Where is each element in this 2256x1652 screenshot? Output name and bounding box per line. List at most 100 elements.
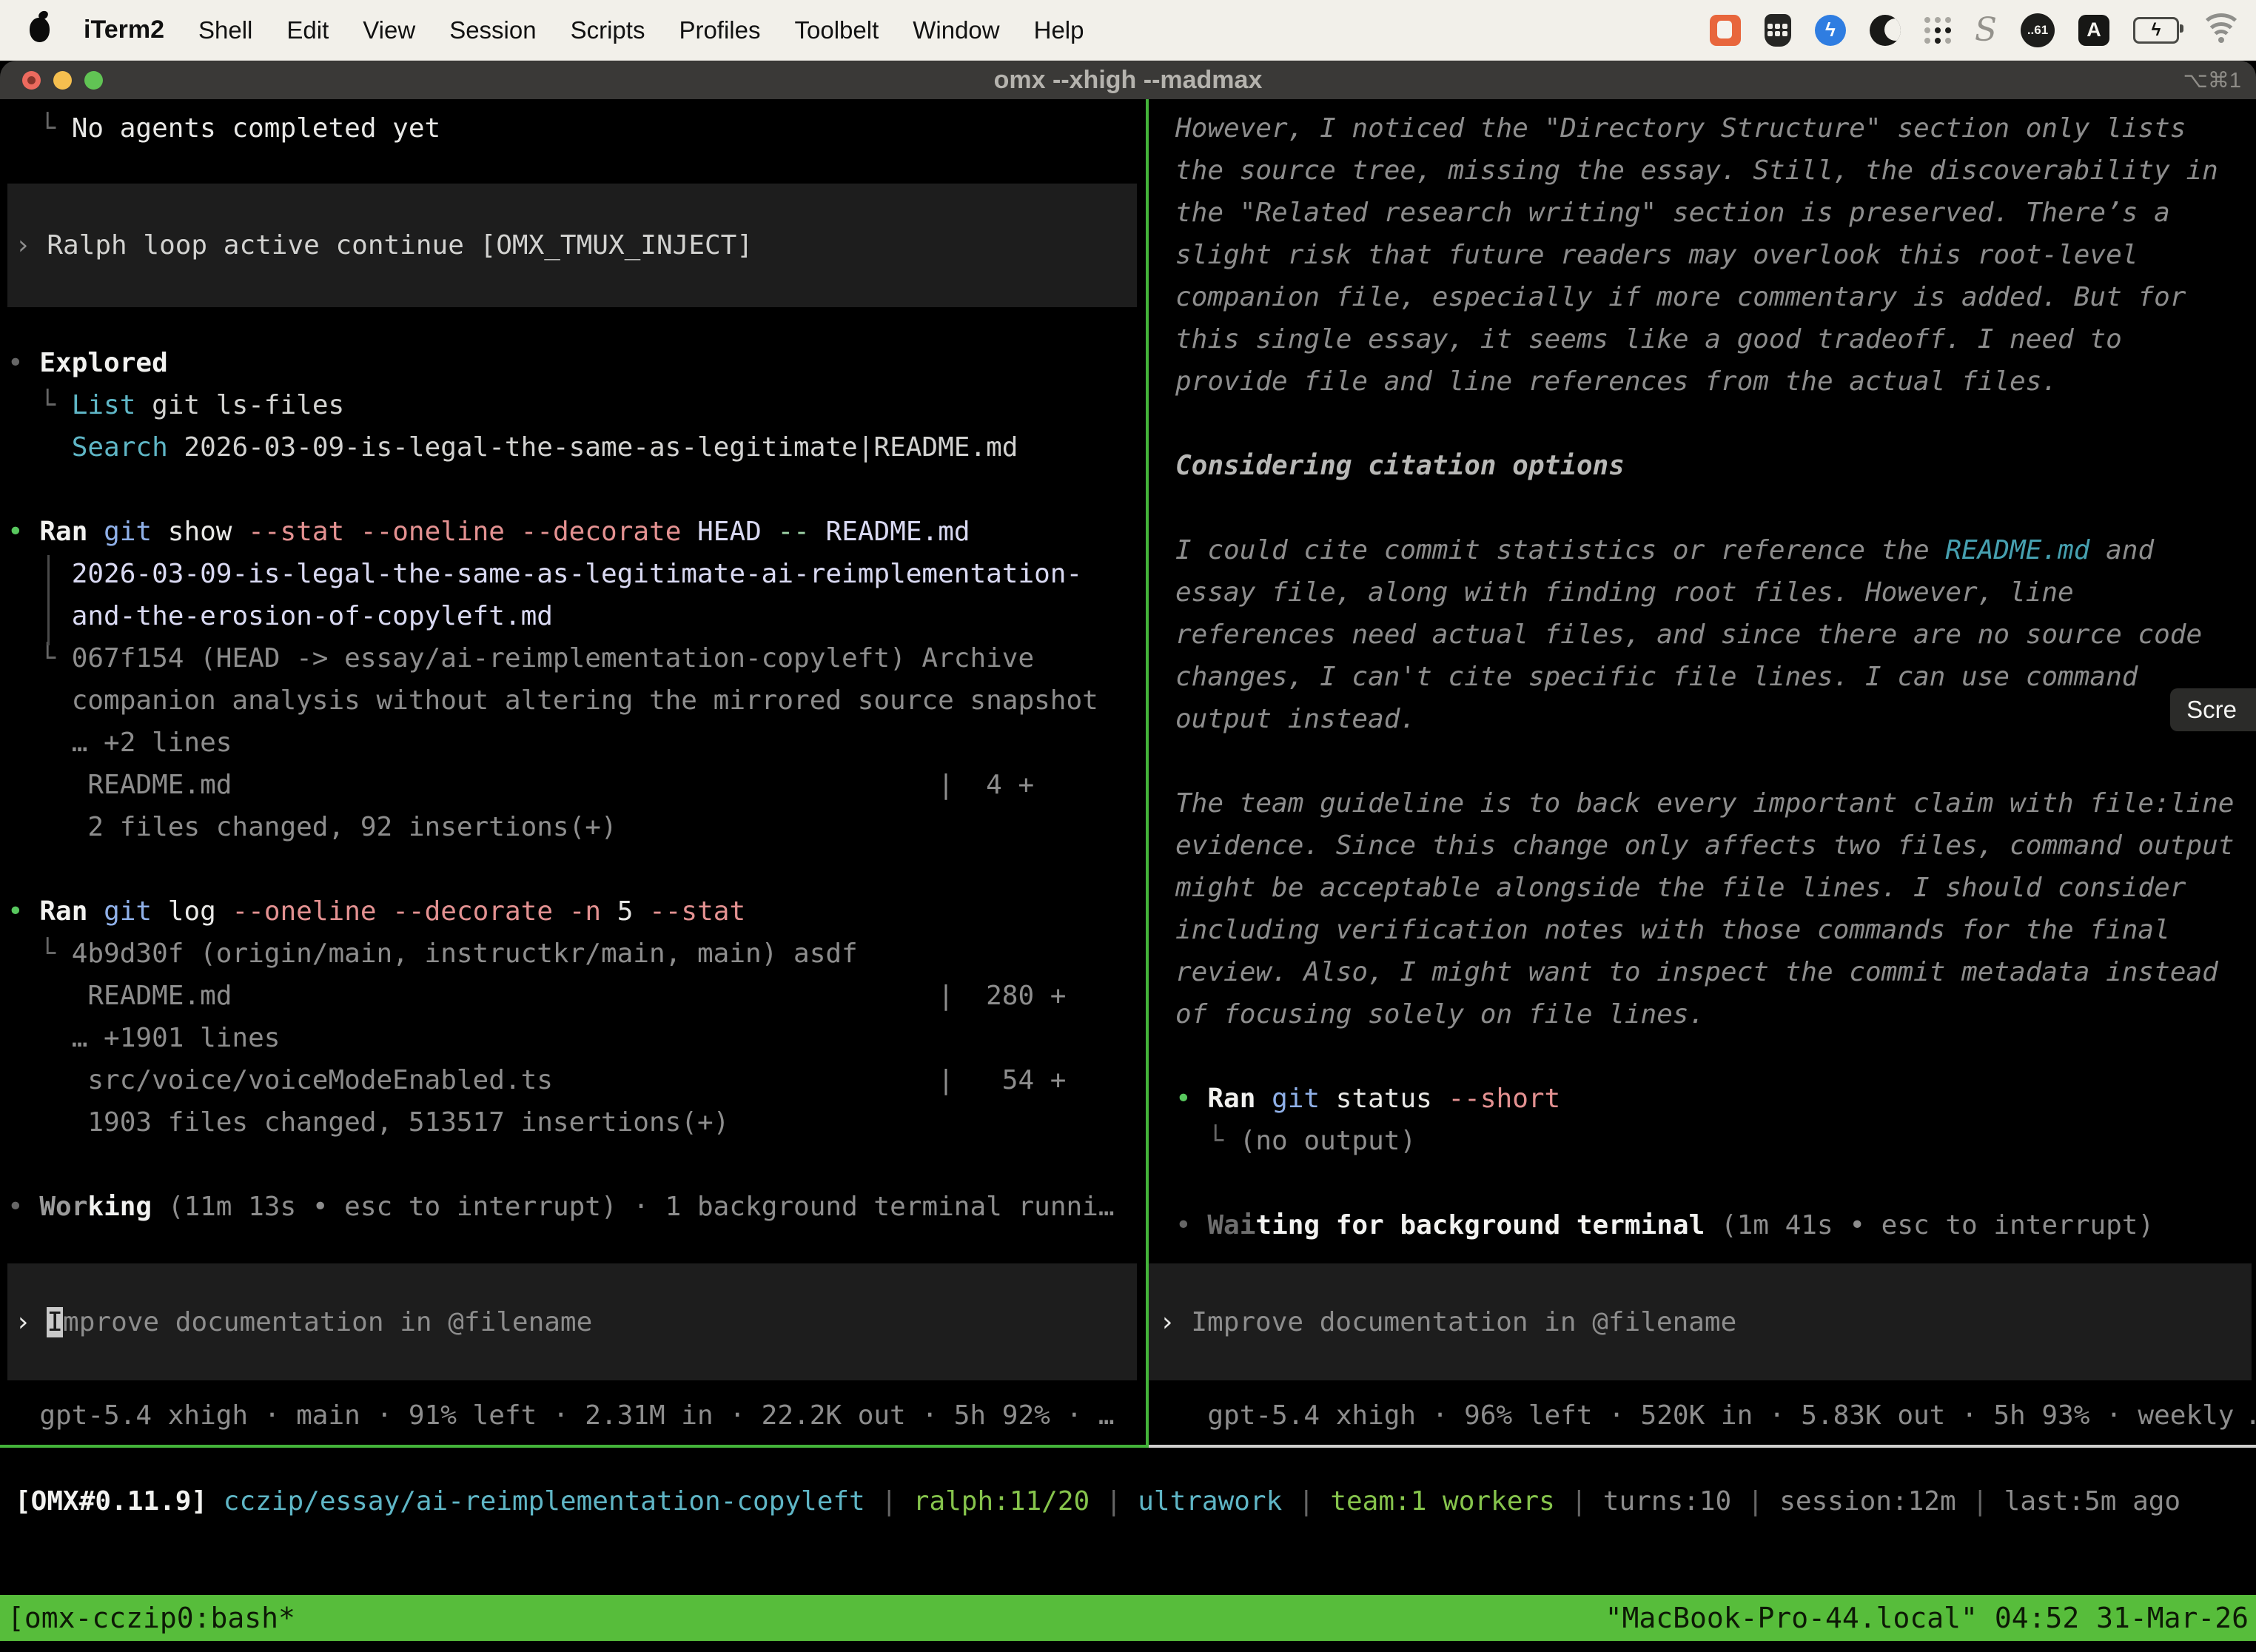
terminal-line: output instead. xyxy=(1175,698,2256,740)
line-segment: Improve documentation in @filename xyxy=(1191,1307,1736,1337)
line-segment: Wor xyxy=(39,1192,87,1222)
wifi-icon[interactable] xyxy=(2203,16,2240,44)
terminal-line: Considering citation options xyxy=(1175,445,2256,487)
line-segment: output instead. xyxy=(1175,704,1416,734)
line-segment: … +1901 lines xyxy=(7,1023,280,1053)
line-segment: team:1 workers xyxy=(1330,1486,1554,1517)
line-segment: changes, I can't cite specific file line… xyxy=(1175,662,2138,692)
line-segment: | xyxy=(1956,1486,2004,1517)
tmux-session-label: [omx-cczip0:bash* xyxy=(7,1602,295,1634)
line-segment: Wai xyxy=(1207,1210,1255,1240)
line-segment: | xyxy=(1731,1486,1779,1517)
line-segment: • xyxy=(7,896,39,927)
line-segment: git xyxy=(1272,1084,1320,1114)
terminal-line: slight risk that future readers may over… xyxy=(1175,234,2256,276)
terminal-line: references need actual files, and since … xyxy=(1175,614,2256,656)
line-segment: I could cite commit statistics or refere… xyxy=(1175,535,1945,565)
ralph-loop-banner: › Ralph loop active continue [OMX_TMUX_I… xyxy=(7,184,1137,307)
right-prompt-line: › Improve documentation in @filename xyxy=(1159,1301,1736,1343)
terminal-line: the "Related research writing" section i… xyxy=(1175,192,2256,234)
line-segment: slight risk that future readers may over… xyxy=(1175,240,2138,270)
menu-item-shell[interactable]: Shell xyxy=(198,16,252,44)
line-segment: git xyxy=(104,517,152,547)
dots-grid-icon[interactable] xyxy=(1924,17,1951,44)
terminal-line: └ 067f154 (HEAD -> essay/ai-reimplementa… xyxy=(7,637,1146,679)
line-segment: └ xyxy=(7,390,72,420)
tmux-host-clock: "MacBook-Pro-44.local" 04:52 31-Mar-26 xyxy=(1605,1602,2249,1634)
line-segment: the source tree, missing the essay. Stil… xyxy=(1175,155,2218,186)
menu-item-session[interactable]: Session xyxy=(449,16,536,44)
menu-item-profiles[interactable]: Profiles xyxy=(679,16,760,44)
line-segment: The team guideline is to back every impo… xyxy=(1175,788,2234,819)
line-segment: companion file, especially if more comme… xyxy=(1175,282,2186,312)
line-segment: • xyxy=(1175,1210,1207,1240)
terminal-line: gpt-5.4 xhigh · main · 91% left · 2.31M … xyxy=(7,1394,1146,1437)
ralph-loop-line: › Ralph loop active continue [OMX_TMUX_I… xyxy=(15,224,753,266)
line-segment: 2 files changed, 92 insertions(+) xyxy=(7,812,617,842)
menu-item-toolbelt[interactable]: Toolbelt xyxy=(795,16,879,44)
terminal-line: └ 4b9d30f (origin/main, instructkr/main,… xyxy=(7,933,1146,975)
line-segment: review. Also, I might want to inspect th… xyxy=(1175,957,2218,987)
line-segment: README.md xyxy=(1945,535,2089,565)
left-prompt-input[interactable]: › Improve documentation in @filename xyxy=(7,1263,1137,1380)
squiggle-icon[interactable]: S xyxy=(1975,14,1997,47)
line-segment xyxy=(810,517,826,547)
terminal-content: └ No agents completed yet › Ralph loop a… xyxy=(0,99,2256,1652)
left-prompt-line: › Improve documentation in @filename xyxy=(15,1301,592,1343)
line-segment: --decorate xyxy=(521,517,682,547)
line-segment: Ran xyxy=(39,896,87,927)
line-segment: └ xyxy=(1175,1126,1240,1156)
left-terminal-pane[interactable]: └ No agents completed yet › Ralph loop a… xyxy=(0,99,1149,1448)
terminal-line: companion file, especially if more comme… xyxy=(1175,276,2256,318)
line-segment: README.md | 4 + xyxy=(7,770,1034,800)
line-segment: Explored xyxy=(39,348,167,378)
keyboard-a-icon[interactable]: A xyxy=(2078,15,2109,46)
apple-menu-icon[interactable] xyxy=(30,18,50,42)
app-menu-iterm2[interactable]: iTerm2 xyxy=(84,16,164,44)
menu-item-scripts[interactable]: Scripts xyxy=(571,16,645,44)
window-title-bar[interactable]: omx --xhigh --madmax ⌥⌘1 xyxy=(0,61,2256,99)
chat-app-icon[interactable] xyxy=(1710,15,1741,46)
line-segment: --stat xyxy=(248,517,344,547)
line-segment xyxy=(87,517,104,547)
crescent-circle-icon[interactable] xyxy=(1870,15,1901,46)
terminal-line: provide file and line references from th… xyxy=(1175,360,2256,403)
line-segment xyxy=(681,517,697,547)
iterm2-window: omx --xhigh --madmax ⌥⌘1 └ No agents com… xyxy=(0,61,2256,1652)
terminal-line: • Ran git log --oneline --decorate -n 5 … xyxy=(7,890,1146,933)
right-terminal-pane[interactable]: However, I noticed the "Directory Struct… xyxy=(1149,99,2256,1448)
line-segment: 2026-03-09-is-legal-the-same-as-legitima… xyxy=(72,559,1082,589)
line-segment: session:12m xyxy=(1779,1486,1955,1517)
line-segment: might be acceptable alongside the file l… xyxy=(1175,873,2186,903)
tree-connector-line xyxy=(47,555,50,645)
line-segment: gpt-5.4 xhigh · main · 91% left · 2.31M … xyxy=(7,1400,1115,1431)
line-segment: HEAD xyxy=(697,517,762,547)
terminal-line: companion analysis without altering the … xyxy=(7,679,1146,722)
right-prompt-input[interactable]: › Improve documentation in @filename xyxy=(1149,1263,2252,1380)
terminal-line: • Waiting for background terminal (1m 41… xyxy=(1175,1204,2256,1246)
line-segment: Considering citation options xyxy=(1175,451,1625,481)
meter-circle-icon[interactable]: ..61 xyxy=(2021,13,2055,47)
left-transcript: • Explored └ List git ls-files Search 20… xyxy=(7,342,1146,1228)
terminal-line: 2026-03-09-is-legal-the-same-as-legitima… xyxy=(7,553,1146,595)
line-segment: └ xyxy=(7,643,72,674)
line-segment: Search xyxy=(72,432,168,463)
menu-item-help[interactable]: Help xyxy=(1034,16,1084,44)
line-segment: essay file, along with finding root file… xyxy=(1175,577,2074,608)
menu-item-view[interactable]: View xyxy=(363,16,415,44)
line-segment xyxy=(7,601,72,631)
line-segment: ultrawork xyxy=(1138,1486,1282,1517)
line-segment: 067f154 (HEAD -> essay/ai-reimplementati… xyxy=(72,643,1034,674)
blue-badge-icon[interactable]: ϟ xyxy=(1815,15,1846,46)
menu-item-window[interactable]: Window xyxy=(913,16,999,44)
line-segment xyxy=(1255,1084,1272,1114)
menu-item-edit[interactable]: Edit xyxy=(286,16,329,44)
line-segment: the "Related research writing" section i… xyxy=(1175,198,2170,228)
terminal-line: review. Also, I might want to inspect th… xyxy=(1175,951,2256,993)
terminal-line: README.md | 280 + xyxy=(7,975,1146,1017)
line-segment: • xyxy=(1175,1084,1207,1114)
battery-icon[interactable]: ϟ xyxy=(2133,17,2179,44)
shield-grid-icon[interactable] xyxy=(1765,14,1791,47)
omx-status-line: [OMX#0.11.9] cczip/essay/ai-reimplementa… xyxy=(0,1448,2256,1595)
line-segment: log xyxy=(152,896,232,927)
